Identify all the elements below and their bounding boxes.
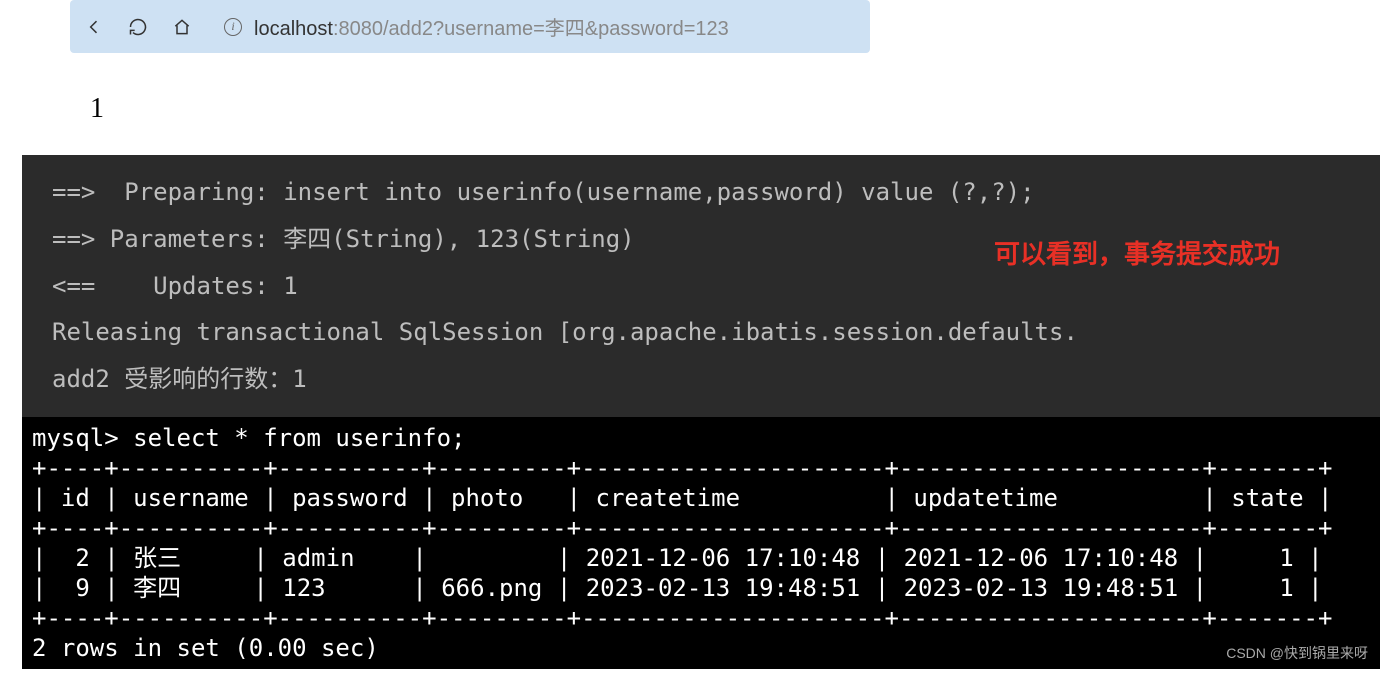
browser-toolbar: i localhost:8080/add2?username=李四&passwo… <box>70 0 870 53</box>
page-body-text: 1 <box>0 53 1392 155</box>
mysql-footer: 2 rows in set (0.00 sec) <box>32 633 1370 663</box>
annotation-text: 可以看到，事务提交成功 <box>994 229 1280 280</box>
address-bar[interactable]: i localhost:8080/add2?username=李四&passwo… <box>214 6 858 47</box>
home-button[interactable] <box>170 15 194 39</box>
mysql-prompt: mysql> select * from userinfo; <box>32 423 1370 453</box>
console-line: Releasing transactional SqlSession [org.… <box>52 309 1360 356</box>
table-border: +----+----------+----------+---------+--… <box>32 453 1370 483</box>
url-text: localhost:8080/add2?username=李四&password… <box>254 12 729 41</box>
table-row: | 2 | 张三 | admin | | 2021-12-06 17:10:48… <box>32 543 1370 573</box>
refresh-button[interactable] <box>126 15 150 39</box>
table-border: +----+----------+----------+---------+--… <box>32 603 1370 633</box>
console-line: ==> Preparing: insert into userinfo(user… <box>52 169 1360 216</box>
url-port: :8080 <box>333 18 383 40</box>
back-button[interactable] <box>82 15 106 39</box>
url-host: localhost <box>254 18 333 40</box>
site-info-icon[interactable]: i <box>224 18 242 36</box>
url-path: /add2?username=李四&password=123 <box>383 18 729 40</box>
mysql-terminal: mysql> select * from userinfo; +----+---… <box>22 417 1380 669</box>
table-header: | id | username | password | photo | cre… <box>32 483 1370 513</box>
table-border: +----+----------+----------+---------+--… <box>32 513 1370 543</box>
table-row: | 9 | 李四 | 123 | 666.png | 2023-02-13 19… <box>32 573 1370 603</box>
watermark: CSDN @快到锅里来呀 <box>1226 645 1368 663</box>
ide-console: ==> Preparing: insert into userinfo(user… <box>22 155 1380 417</box>
console-line: add2 受影响的行数：1 <box>52 356 1360 403</box>
